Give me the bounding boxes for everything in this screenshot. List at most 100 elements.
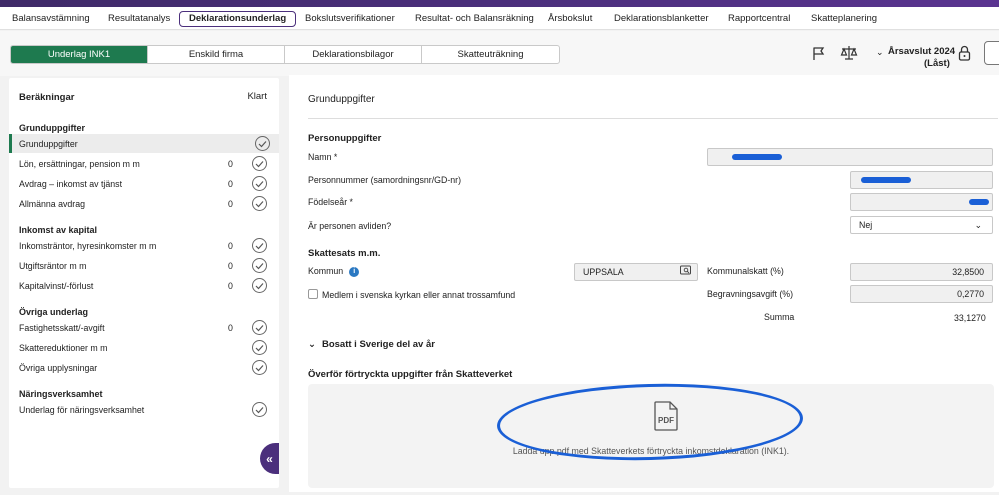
redaction-mark (969, 199, 989, 205)
redaction-mark (732, 154, 782, 160)
sidebar-item-fastighetsskatt[interactable]: Fastighetsskatt/-avgift 0 (9, 318, 279, 337)
toolbar: Underlag INK1 Enskild firma Deklarations… (0, 31, 999, 76)
top-brand-strip (0, 0, 999, 7)
tab-deklarationsbilagor[interactable]: Deklarationsbilagor (285, 46, 422, 63)
nav-arsbokslut[interactable]: Årsbokslut (548, 11, 592, 27)
check-circle-icon (252, 402, 267, 417)
category-title: Inkomst av kapital (19, 225, 98, 235)
sidebar-item-label: Underlag för näringsverksamhet (19, 405, 145, 415)
sidebar-item-label: Inkomsträntor, hyresinkomster m m (19, 241, 157, 251)
nav-skatteplanering[interactable]: Skatteplanering (811, 11, 877, 27)
item-count: 0 (228, 179, 233, 189)
double-chevron-left-icon: « (266, 451, 273, 466)
name-label: Namn * (308, 152, 338, 162)
lookup-icon[interactable] (680, 265, 691, 281)
status-column-header: Klart (247, 91, 267, 102)
sidebar-item-ovriga-upplysningar[interactable]: Övriga upplysningar (9, 358, 279, 377)
nav-resultat-balansrakning[interactable]: Resultat- och Balansräkning (415, 11, 534, 27)
category-title: Grunduppgifter (19, 123, 85, 133)
check-circle-icon (252, 278, 267, 293)
item-count: 0 (228, 199, 233, 209)
section-title-personuppgifter: Personuppgifter (308, 133, 382, 144)
nav-balansavstamning[interactable]: Balansavstämning (12, 11, 90, 27)
sidebar-item-naringsverksamhet[interactable]: Underlag för näringsverksamhet (9, 400, 279, 419)
sidebar-item-allmanna-avdrag[interactable]: Allmänna avdrag 0 (9, 194, 279, 213)
begravning-field[interactable]: 0,2770 (850, 285, 993, 303)
info-icon[interactable]: i (349, 266, 360, 277)
item-count: 0 (228, 323, 233, 333)
lock-icon[interactable] (955, 44, 973, 62)
sidebar-item-label: Allmänna avdrag (19, 199, 86, 209)
nav-rapportcentral[interactable]: Rapportcentral (728, 11, 790, 27)
flag-icon[interactable] (810, 44, 828, 62)
begravning-label: Begravningsavgift (%) (707, 289, 794, 299)
church-label: Medlem i svenska kyrkan eller annat tros… (322, 290, 516, 300)
top-navigation: Balansavstämning Resultatanalys Deklarat… (0, 7, 999, 30)
redaction-mark (861, 177, 911, 183)
item-count: 0 (228, 241, 233, 251)
chat-icon[interactable] (984, 41, 999, 65)
church-checkbox[interactable] (308, 289, 318, 299)
check-circle-icon (252, 258, 267, 273)
summa-label: Summa (764, 312, 795, 322)
page-title: Grunduppgifter (308, 94, 375, 105)
year-status: (Låst) (924, 58, 950, 69)
sidebar-item-utgiftsrantor[interactable]: Utgiftsräntor m m 0 (9, 256, 279, 275)
sidebar-item-label: Kapitalvinst/-förlust (19, 281, 94, 291)
kommunalskatt-field[interactable]: 32,8500 (850, 263, 993, 281)
sidebar-item-skattereduktioner[interactable]: Skattereduktioner m m (9, 338, 279, 357)
scales-icon[interactable] (840, 44, 858, 62)
divider (308, 118, 998, 119)
check-circle-icon (252, 156, 267, 171)
tab-skatteutrakning[interactable]: Skatteuträkning (422, 46, 559, 63)
item-count: 0 (228, 261, 233, 271)
kommun-value: UPPSALA (583, 267, 624, 277)
check-circle-icon (252, 196, 267, 211)
sidebar-item-avdrag-tjanst[interactable]: Avdrag – inkomst av tjänst 0 (9, 174, 279, 193)
check-circle-icon (252, 340, 267, 355)
category-title: Näringsverksamhet (19, 389, 103, 399)
year-selector[interactable]: ⌄ Årsavslut 2024 (Låst) (876, 45, 955, 69)
pdf-upload-dropzone[interactable]: PDF Ladda upp pdf med Skatteverkets fört… (308, 384, 994, 488)
personnummer-field[interactable] (850, 171, 993, 189)
sidebar-item-grunduppgifter[interactable]: Grunduppgifter (9, 134, 279, 153)
panel-title: Beräkningar (19, 92, 75, 103)
section-title-transfer: Överför förtryckta uppgifter från Skatte… (308, 369, 513, 380)
sub-tabs: Underlag INK1 Enskild firma Deklarations… (10, 45, 560, 64)
nav-resultatanalys[interactable]: Resultatanalys (108, 11, 170, 27)
bosatt-expander[interactable]: ⌄ Bosatt i Sverige del av år (308, 339, 435, 350)
chevron-down-icon: ⌄ (876, 47, 884, 57)
tab-underlag-ink1[interactable]: Underlag INK1 (11, 46, 148, 63)
sidebar-item-label: Skattereduktioner m m (19, 343, 108, 353)
check-circle-icon (255, 136, 270, 151)
deceased-label: Är personen avliden? (308, 221, 392, 231)
category-title: Övriga underlag (19, 307, 89, 317)
birth-year-label: Födelseår * (308, 197, 353, 207)
calculations-panel: Beräkningar Klart Grunduppgifter Grundup… (9, 78, 279, 488)
sidebar-item-kapitalvinst[interactable]: Kapitalvinst/-förlust 0 (9, 276, 279, 295)
chevron-down-icon: ⌄ (974, 220, 982, 230)
dropzone-text: Ladda upp pdf med Skatteverkets förtryck… (512, 446, 790, 456)
sidebar-item-lon[interactable]: Lön, ersättningar, pension m m 0 (9, 154, 279, 173)
deceased-value: Nej (859, 220, 873, 230)
kommun-field[interactable]: UPPSALA (574, 263, 698, 281)
item-count: 0 (228, 281, 233, 291)
tab-enskild-firma[interactable]: Enskild firma (148, 46, 285, 63)
name-field[interactable] (707, 148, 993, 166)
personnummer-label: Personnummer (samordningsnr/GD-nr) (308, 175, 462, 185)
birth-year-field[interactable] (850, 193, 993, 211)
sidebar-item-inkomstrantor[interactable]: Inkomsträntor, hyresinkomster m m 0 (9, 236, 279, 255)
summa-value: 33,1270 (954, 313, 986, 323)
section-title-skattesats: Skattesats m.m. (308, 248, 381, 259)
deceased-select[interactable]: Nej ⌄ (850, 216, 993, 234)
kommunalskatt-label: Kommunalskatt (%) (707, 266, 784, 276)
sidebar-item-label: Avdrag – inkomst av tjänst (19, 179, 123, 189)
main-form: Grunduppgifter Personuppgifter Namn * Pe… (289, 75, 999, 492)
sidebar-item-label: Utgiftsräntor m m (19, 261, 87, 271)
kommun-label-text: Kommun (308, 266, 344, 276)
bosatt-label: Bosatt i Sverige del av år (321, 339, 435, 350)
nav-deklarationsunderlag[interactable]: Deklarationsunderlag (179, 11, 297, 27)
nav-deklarationsblanketter[interactable]: Deklarationsblanketter (614, 11, 709, 27)
nav-bokslutsverifikationer[interactable]: Bokslutsverifikationer (305, 11, 395, 27)
pdf-label: PDF (658, 416, 674, 425)
